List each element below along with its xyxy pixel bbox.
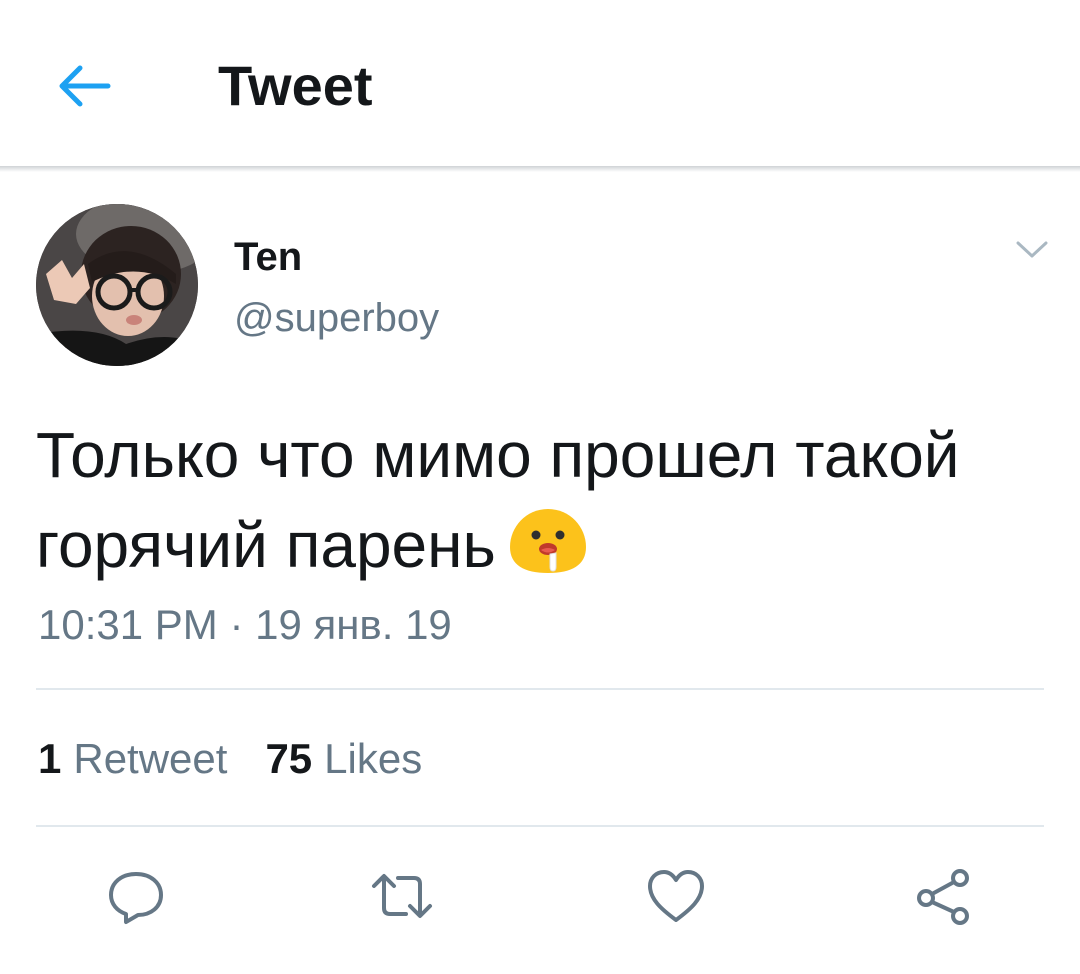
author-name[interactable]: Ten	[234, 234, 302, 280]
divider	[36, 688, 1044, 690]
likes-count: 75	[265, 735, 313, 782]
share-icon	[917, 869, 969, 925]
likes-label: Likes	[324, 735, 423, 782]
retweet-icon	[372, 874, 432, 918]
app-bar-shadow	[0, 166, 1080, 172]
back-arrow-icon	[59, 65, 111, 107]
likes-stat[interactable]: 75 Likes	[265, 734, 422, 784]
back-button[interactable]	[52, 56, 116, 116]
retweets-label: Retweet	[73, 735, 228, 782]
like-button[interactable]	[644, 864, 708, 928]
app-bar: Tweet	[0, 0, 1080, 168]
divider	[36, 825, 1044, 827]
share-button[interactable]	[912, 864, 976, 928]
tweet-menu-button[interactable]	[1010, 232, 1054, 268]
tweet-text-content: Только что мимо прошел такой горячий пар…	[36, 419, 960, 581]
avatar-photo	[36, 204, 198, 366]
tweet-text: Только что мимо прошел такой горячий пар…	[36, 410, 1046, 590]
reply-button[interactable]	[104, 864, 168, 928]
author-handle[interactable]: @superboy	[234, 294, 439, 342]
drooling-face-emoji	[509, 509, 586, 573]
tweet-stats: 1 Retweet 75 Likes	[38, 734, 460, 784]
retweets-count: 1	[38, 735, 62, 782]
retweets-stat[interactable]: 1 Retweet	[38, 734, 227, 784]
page-title: Tweet	[218, 54, 373, 117]
retweet-button[interactable]	[370, 864, 434, 928]
tweet-timestamp: 10:31 PM · 19 янв. 19	[38, 601, 452, 648]
avatar[interactable]	[36, 204, 198, 366]
reply-icon	[109, 872, 163, 924]
chevron-down-icon	[1016, 241, 1048, 258]
heart-icon	[648, 870, 704, 922]
